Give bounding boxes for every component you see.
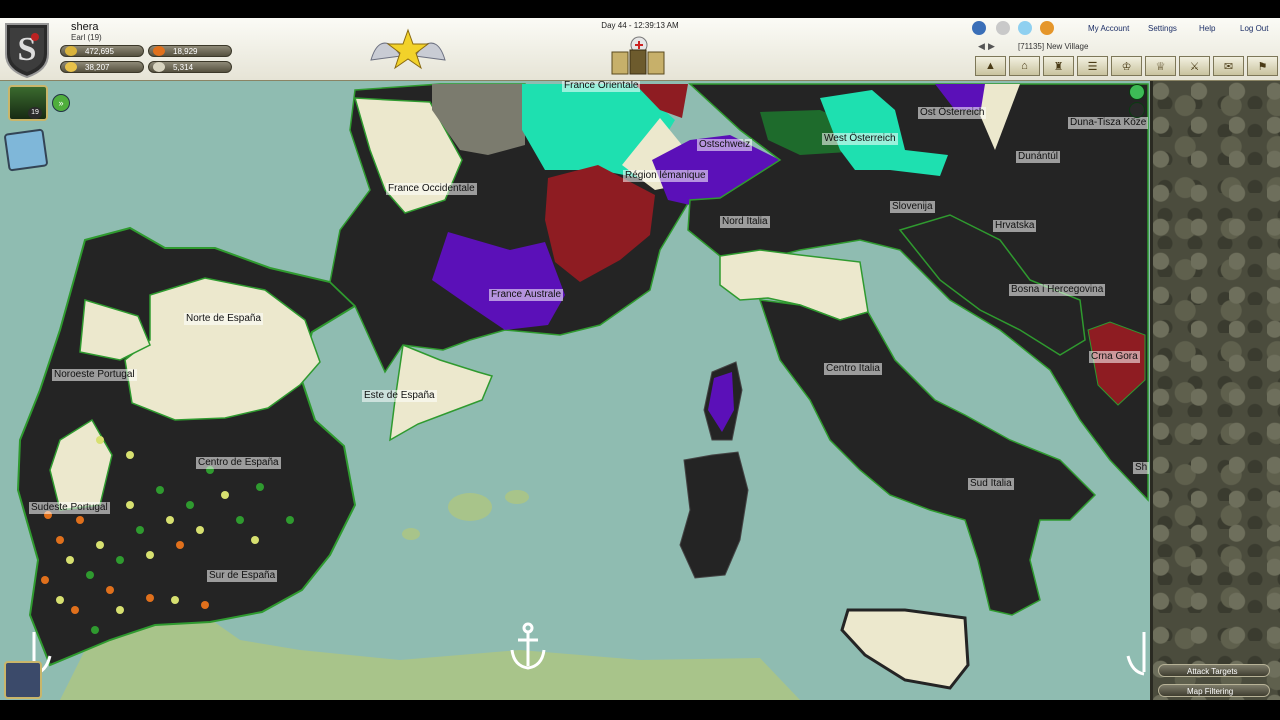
chat-icon[interactable]	[1018, 21, 1032, 35]
sicily-island[interactable]	[840, 608, 970, 690]
silver-value: 472,695	[85, 47, 114, 56]
map-canvas[interactable]	[0, 81, 1150, 700]
star-icon	[386, 28, 430, 70]
region-label[interactable]: Bosna i Hercegovina	[1009, 284, 1106, 296]
crest-emblem	[370, 28, 446, 70]
cards-badge: 19	[28, 107, 42, 119]
sardinia-island[interactable]	[679, 451, 749, 579]
gold-value: 38,207	[85, 63, 110, 72]
rank-button[interactable]: ♔	[1111, 56, 1142, 76]
village-selector[interactable]: [71135] New Village	[1018, 42, 1088, 51]
flag-button[interactable]: ⚑	[1247, 56, 1278, 76]
bottom-letterbox	[0, 700, 1280, 720]
region-label[interactable]: Dunántúl	[1016, 151, 1061, 163]
castle-view-button[interactable]: ♜	[1043, 56, 1074, 76]
islet-b	[505, 490, 529, 504]
food-resource: 18,929	[148, 45, 232, 57]
region-label[interactable]: Centro de España	[196, 457, 281, 469]
region-label[interactable]: Hrvatska	[993, 220, 1037, 232]
reports-button[interactable]: ✉	[1213, 56, 1244, 76]
book-icon[interactable]	[3, 128, 49, 172]
next-village-arrow[interactable]: ▶	[988, 41, 995, 52]
crown-icon	[65, 46, 77, 56]
region-label[interactable]: Sudeste Portugal	[29, 502, 110, 514]
prev-village-arrow[interactable]: ◀	[978, 41, 985, 52]
map-filtering-button[interactable]: Map Filtering	[1158, 684, 1270, 697]
day-time: Day 44 - 12:39:13 AM	[601, 21, 679, 30]
play-icon[interactable]: »	[52, 94, 70, 112]
settings-link[interactable]: Settings	[1148, 24, 1177, 33]
side-panel	[1150, 81, 1280, 700]
gold-icon	[65, 62, 77, 72]
region-label[interactable]: France Australe	[489, 289, 564, 301]
research-button[interactable]: ☰	[1077, 56, 1108, 76]
help-link[interactable]: Help	[1199, 24, 1215, 33]
region-label[interactable]: Sur de España	[207, 570, 278, 582]
trophy-button[interactable]: ♕	[1145, 56, 1176, 76]
attack-button[interactable]: ⚔	[1179, 56, 1210, 76]
honor-resource: 5,314	[148, 61, 232, 73]
coin-icon[interactable]	[1040, 21, 1054, 35]
shield-crest-icon[interactable]: S	[2, 20, 52, 78]
gold-resource: 38,207	[60, 61, 144, 73]
silver-resource: 472,695	[60, 45, 144, 57]
top-bar: S shera Earl (19) 472,695 18,929 38,207 …	[0, 18, 1280, 81]
region-label[interactable]: Sh	[1133, 462, 1150, 474]
region-label[interactable]: Nord Italia	[720, 216, 770, 228]
region-label[interactable]: Crna Gora	[1089, 351, 1140, 363]
quill-icon	[153, 62, 165, 72]
region-label[interactable]: Noroeste Portugal	[52, 369, 137, 381]
my-account-link[interactable]: My Account	[1088, 24, 1129, 33]
player-rank: Earl (19)	[71, 33, 102, 42]
cards-icon[interactable]	[608, 36, 670, 76]
anchor-icon[interactable]	[510, 622, 546, 670]
cloud-icon[interactable]	[996, 21, 1010, 35]
player-name[interactable]: shera	[71, 21, 99, 33]
logout-link[interactable]: Log Out	[1240, 24, 1268, 33]
africa-land	[60, 612, 800, 700]
portrait-icon[interactable]	[4, 661, 42, 699]
top-letterbox	[0, 0, 1280, 18]
food-value: 18,929	[173, 47, 198, 56]
islet-c	[402, 528, 420, 540]
attack-targets-button[interactable]: Attack Targets	[1158, 664, 1270, 677]
region-label[interactable]: Slovenija	[890, 201, 935, 213]
food-icon	[153, 46, 165, 56]
cards-button[interactable]: 19	[8, 85, 48, 121]
village-view-button[interactable]: ⌂	[1009, 56, 1040, 76]
anchor-icon-east[interactable]	[1126, 632, 1146, 676]
region-label[interactable]: Norte de España	[184, 313, 264, 325]
region-label[interactable]: West Österreich	[822, 133, 898, 145]
region-label[interactable]: Centro Italia	[824, 363, 882, 375]
region-label[interactable]: Ostschweiz	[697, 139, 753, 151]
attack-targets-label: Attack Targets	[1187, 667, 1238, 676]
region-label[interactable]: Este de España	[362, 390, 437, 402]
honor-value: 5,314	[173, 63, 194, 72]
refresh-icon[interactable]	[1129, 84, 1145, 100]
region-label[interactable]: Ost Österreich	[918, 107, 987, 119]
world-map[interactable]: France Orientale Ost Österreich Duna-Tis…	[0, 81, 1150, 700]
map-view-button[interactable]: ▲	[975, 56, 1006, 76]
help-icon[interactable]	[1129, 102, 1145, 118]
region-label[interactable]: France Orientale	[562, 81, 641, 92]
map-filtering-label: Map Filtering	[1187, 687, 1234, 696]
region-label[interactable]: Région lémanique	[623, 170, 708, 182]
region-label[interactable]: Sud Italia	[968, 478, 1014, 490]
region-label[interactable]: Duna-Tisza Köze	[1068, 117, 1149, 129]
region-label[interactable]: France Occidentale	[386, 183, 477, 195]
islet-a	[448, 493, 492, 521]
globe-icon[interactable]	[972, 21, 986, 35]
